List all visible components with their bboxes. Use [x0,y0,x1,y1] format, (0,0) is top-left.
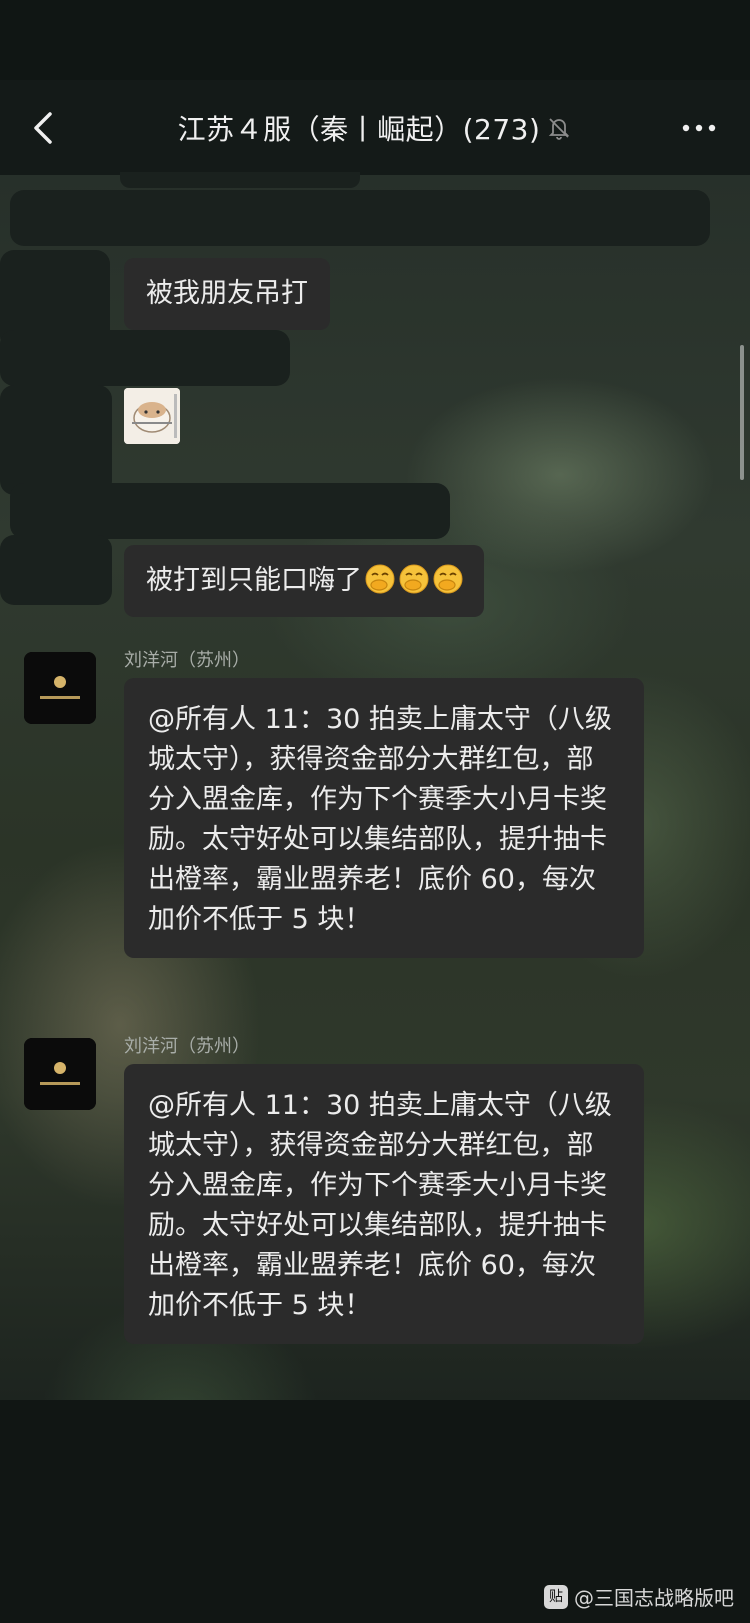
message-bubble[interactable]: @所有人 11：30 拍卖上庸太守（八级城太守），获得资金部分大群红包，部分入盟… [124,678,644,958]
scrollbar[interactable] [740,345,744,480]
message-text: @所有人 11：30 拍卖上庸太守（八级城太守），获得资金部分大群红包，部分入盟… [148,704,612,935]
redacted-area [10,483,450,539]
tieba-icon: 贴 [544,1584,568,1609]
chevron-left-icon[interactable] [30,110,54,146]
chat-title: 江苏４服（秦丨崛起）(273) [177,112,541,146]
redacted-area [0,385,112,495]
redacted-area [0,330,290,386]
hamster-sticker-icon[interactable] [124,388,180,444]
message-text: 被打到只能口嗨了 [146,565,362,596]
message-text: @所有人 11：30 拍卖上庸太守（八级城太守），获得资金部分大群红包，部分入盟… [148,1090,612,1321]
message-text: 被我朋友吊打 [146,278,308,309]
sender-name: 刘洋河（苏州） [124,1036,250,1057]
watermark: 贴 @三国志战略版吧 [544,1582,734,1611]
hand-over-mouth-emoji-icon [365,564,395,594]
avatar[interactable] [24,652,96,724]
redacted-area [0,535,112,605]
hand-over-mouth-emoji-icon [399,564,429,594]
more-dots-icon[interactable] [682,124,716,132]
redacted-area [10,190,710,246]
watermark-text: @三国志战略版吧 [574,1586,734,1610]
sender-name: 刘洋河（苏州） [124,650,250,671]
avatar[interactable] [24,1038,96,1110]
chat-header: 江苏４服（秦丨崛起）(273) [0,80,750,175]
message-bubble[interactable]: @所有人 11：30 拍卖上庸太守（八级城太守），获得资金部分大群红包，部分入盟… [124,1064,644,1344]
message-bubble[interactable]: 被打到只能口嗨了 [124,545,484,617]
hand-over-mouth-emoji-icon [433,564,463,594]
redacted-area [120,172,360,188]
message-bubble[interactable]: 被我朋友吊打 [124,258,330,330]
bell-slash-icon [549,117,570,140]
